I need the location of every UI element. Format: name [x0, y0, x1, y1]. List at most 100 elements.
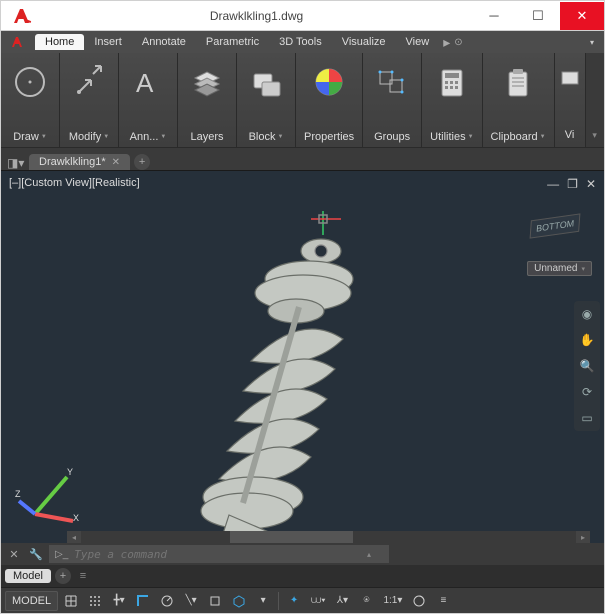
panel-label: Draw	[13, 131, 39, 143]
axis-x-label: X	[73, 513, 79, 523]
snap-mode-icon[interactable]	[84, 591, 106, 611]
viewport-close-icon[interactable]: ✕	[586, 177, 596, 191]
viewcube[interactable]: BOTTOM	[529, 213, 580, 238]
osnap-icon[interactable]	[204, 591, 226, 611]
customize-icon[interactable]: 🔧	[27, 545, 45, 563]
layout-list-button[interactable]: ≡	[75, 568, 91, 584]
command-prompt-icon: ▷_	[55, 549, 68, 560]
ortho-icon[interactable]	[132, 591, 154, 611]
block-icon	[245, 61, 287, 103]
orbit-icon[interactable]: ⟳	[578, 383, 596, 401]
panel-clipboard[interactable]: Clipboard▼	[483, 53, 555, 147]
gizmo-icon[interactable]: ✦	[283, 591, 305, 611]
quick-view-button[interactable]: ◨▾	[7, 156, 24, 170]
circle-icon	[9, 61, 51, 103]
panel-label: Modify	[69, 131, 101, 143]
panel-groups[interactable]: Groups	[363, 53, 422, 147]
viewport-minimize-icon[interactable]: —	[547, 177, 559, 191]
layers-icon	[186, 61, 228, 103]
panel-label: Utilities	[430, 131, 465, 143]
customize-status-icon[interactable]: ≡	[432, 591, 454, 611]
tab-annotate[interactable]: Annotate	[132, 34, 196, 50]
gizmo-type-icon[interactable]: ⅄▾	[331, 591, 353, 611]
polar-icon[interactable]	[156, 591, 178, 611]
grid-icon[interactable]	[60, 591, 82, 611]
viewport-label[interactable]: [–][Custom View][Realistic]	[9, 177, 140, 189]
svg-text:A: A	[136, 68, 154, 98]
command-input-wrap[interactable]: ▷_ ▴	[49, 545, 389, 563]
scroll-left-icon[interactable]: ◂	[67, 531, 81, 543]
group-icon	[371, 61, 413, 103]
close-button[interactable]: ✕	[560, 2, 604, 30]
showmotion-icon[interactable]: ▭	[578, 409, 596, 427]
maximize-button[interactable]: ☐	[516, 2, 560, 30]
panel-modify[interactable]: Modify▼	[60, 53, 119, 147]
model-space-button[interactable]: MODEL	[5, 591, 58, 611]
new-tab-button[interactable]: +	[134, 154, 150, 170]
scrollbar-thumb[interactable]	[230, 531, 354, 543]
filter-icon[interactable]: ⩊▾	[307, 591, 329, 611]
lineweight-icon[interactable]: ▾	[252, 591, 274, 611]
ribbon-expand-button[interactable]: ▾	[586, 53, 604, 147]
layout-tab-model[interactable]: Model	[5, 569, 51, 583]
viewcube-ucs-name[interactable]: Unnamed▾	[527, 261, 592, 276]
tab-3dtools[interactable]: 3D Tools	[269, 34, 332, 50]
panel-layers[interactable]: Layers	[178, 53, 237, 147]
document-tab-label: Drawklkling1*	[39, 156, 106, 168]
panel-label: Ann...	[130, 131, 159, 143]
panel-label: Layers	[190, 131, 223, 143]
tab-focus-icon[interactable]: ⊙	[454, 37, 462, 48]
tab-home[interactable]: Home	[35, 34, 84, 50]
scale-button[interactable]: 1:1▾	[379, 591, 406, 611]
viewport-maximize-icon[interactable]: ❐	[567, 177, 578, 191]
tab-visualize[interactable]: Visualize	[332, 34, 396, 50]
recent-commands-icon[interactable]: ✕	[5, 545, 23, 563]
horizontal-scrollbar[interactable]: ◂ ▸	[81, 531, 576, 543]
command-dropdown-icon[interactable]: ▴	[367, 550, 383, 559]
workspace-icon[interactable]	[408, 591, 430, 611]
model-3d-view[interactable]	[131, 211, 411, 565]
panel-utilities[interactable]: Utilities▼	[422, 53, 482, 147]
panel-view[interactable]: Vi	[555, 53, 586, 147]
tab-view[interactable]: View	[396, 34, 440, 50]
panel-label: Clipboard	[491, 131, 538, 143]
panel-properties[interactable]: Properties	[296, 53, 363, 147]
close-tab-icon[interactable]: ✕	[112, 157, 120, 168]
app-logo[interactable]	[7, 2, 35, 30]
palette-icon	[308, 61, 350, 103]
panel-annotation[interactable]: A Ann...▼	[119, 53, 178, 147]
axis-z-label: Z	[15, 489, 21, 499]
command-input[interactable]	[74, 548, 361, 561]
ucs-icon[interactable]: Y X Z	[15, 459, 85, 529]
full-nav-wheel-icon[interactable]: ◉	[578, 305, 596, 323]
zoom-extents-icon[interactable]: 🔍	[578, 357, 596, 375]
panel-block[interactable]: Block▼	[237, 53, 296, 147]
axis-y-label: Y	[67, 467, 73, 477]
panel-label: Groups	[374, 131, 410, 143]
window-title: Drawklkling1.dwg	[41, 9, 472, 23]
panel-label: Block	[249, 131, 276, 143]
isodraft-icon[interactable]: ╲▾	[180, 591, 202, 611]
scroll-right-icon[interactable]: ▸	[576, 531, 590, 543]
tab-scroll-right-icon[interactable]: ▸	[443, 34, 450, 51]
3dosnap-icon[interactable]	[228, 591, 250, 611]
move-icon	[68, 61, 110, 103]
app-menu-button[interactable]	[5, 33, 29, 51]
monitor-icon	[559, 61, 581, 103]
tab-parametric[interactable]: Parametric	[196, 34, 269, 50]
clipboard-icon	[497, 61, 539, 103]
panel-label: Vi	[565, 129, 575, 141]
navigation-bar: ◉ ✋ 🔍 ⟳ ▭	[574, 301, 600, 431]
annotation-scale-icon[interactable]: ⍟	[355, 591, 377, 611]
new-layout-button[interactable]: +	[55, 568, 71, 584]
minimize-button[interactable]: ─	[472, 2, 516, 30]
pan-icon[interactable]: ✋	[578, 331, 596, 349]
calculator-icon	[431, 61, 473, 103]
panel-label: Properties	[304, 131, 354, 143]
panel-draw[interactable]: Draw▼	[1, 53, 60, 147]
document-tab[interactable]: Drawklkling1* ✕	[29, 154, 130, 170]
dynamic-input-icon[interactable]: ╋▾	[108, 591, 130, 611]
tab-insert[interactable]: Insert	[84, 34, 132, 50]
ribbon-search[interactable]: ▾	[590, 38, 594, 47]
text-icon: A	[127, 61, 169, 103]
